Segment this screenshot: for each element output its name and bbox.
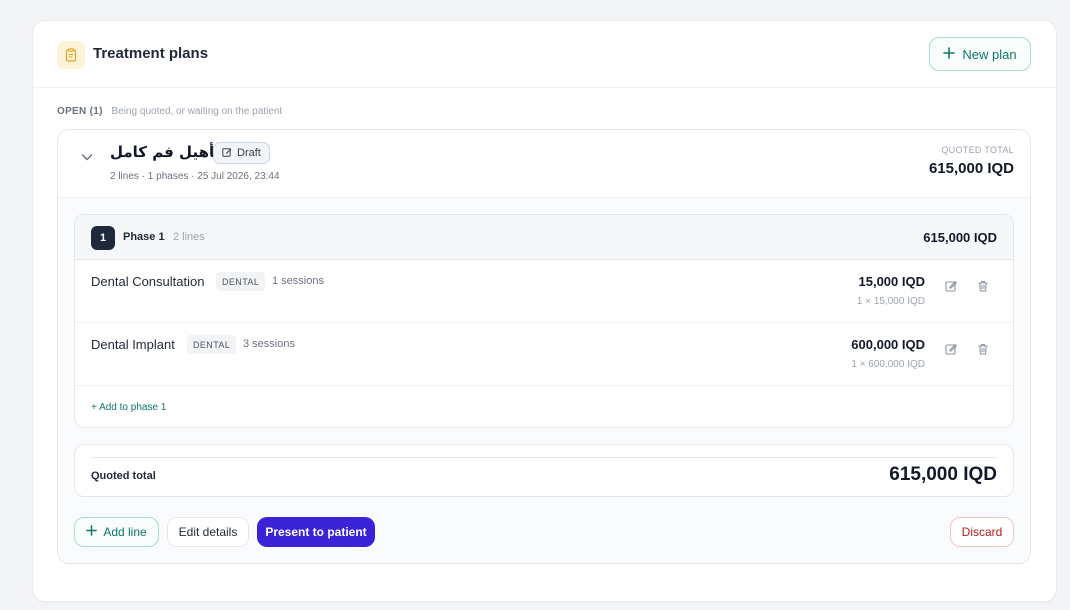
- plan-body: 1 Phase 1 2 lines 615,000 IQD Dental Con…: [58, 198, 1030, 563]
- line-price: 600,000 IQD: [851, 337, 925, 352]
- line-sessions: 3 sessions: [243, 338, 295, 350]
- line-calc: 1 × 15,000 IQD: [856, 296, 925, 307]
- status-badge-label: Draft: [237, 147, 261, 159]
- quoted-total-value: 615,000 IQD: [928, 160, 1014, 177]
- add-to-phase-link[interactable]: + Add to phase 1: [91, 402, 166, 413]
- chevron-down-icon[interactable]: [80, 150, 94, 164]
- total-label: Quoted total: [91, 470, 156, 482]
- line-name: Dental Implant: [91, 337, 175, 352]
- add-line-label: Add line: [103, 525, 147, 539]
- plan-meta: 2 lines · 1 phases · 25 Jul 2026, 23:44: [110, 171, 280, 182]
- treatment-plans-card: Treatment plans New plan OPEN (1) Being …: [33, 21, 1056, 601]
- present-to-patient-button[interactable]: Present to patient: [257, 517, 375, 547]
- edit-line-icon[interactable]: [943, 341, 959, 357]
- edit-line-icon[interactable]: [943, 278, 959, 294]
- plan-card: تأهيل فم كامل Draft 2 lines · 1 phases ·…: [57, 129, 1031, 564]
- total-value: 615,000 IQD: [889, 464, 997, 485]
- phase-name: Phase 1: [123, 231, 165, 243]
- clipboard-icon: [57, 41, 85, 69]
- plus-icon: [86, 525, 98, 539]
- trash-icon[interactable]: [975, 278, 991, 294]
- phase-card: 1 Phase 1 2 lines 615,000 IQD Dental Con…: [74, 214, 1014, 428]
- line-price: 15,000 IQD: [858, 274, 926, 289]
- new-plan-button[interactable]: New plan: [929, 37, 1031, 71]
- card-header: Treatment plans New plan: [33, 21, 1056, 88]
- phase-number: 1: [91, 226, 115, 250]
- line-calc: 1 × 600,000 IQD: [851, 359, 925, 370]
- status-badge: Draft: [213, 142, 270, 164]
- page-title: Treatment plans: [93, 45, 209, 62]
- plan-name: تأهيل فم كامل: [110, 143, 221, 161]
- section-title: OPEN (1): [57, 106, 103, 117]
- plan-header[interactable]: تأهيل فم كامل Draft 2 lines · 1 phases ·…: [58, 130, 1030, 198]
- edit-icon: [222, 147, 232, 160]
- plus-icon: [943, 46, 956, 62]
- trash-icon[interactable]: [975, 341, 991, 357]
- add-line-button[interactable]: Add line: [74, 517, 159, 547]
- discard-button[interactable]: Discard: [950, 517, 1014, 547]
- line-name: Dental Consultation: [91, 274, 205, 289]
- plan-line: Dental Consultation DENTAL 1 sessions 15…: [75, 260, 1013, 323]
- quoted-total-box: Quoted total 615,000 IQD: [74, 444, 1014, 497]
- divider: [91, 457, 997, 458]
- section-description: Being quoted, or waiting on the patient: [111, 106, 283, 117]
- category-badge: DENTAL: [216, 272, 266, 291]
- line-sessions: 1 sessions: [272, 275, 324, 287]
- quoted-total-label: QUOTED TOTAL: [941, 145, 1014, 155]
- edit-details-button[interactable]: Edit details: [167, 517, 249, 547]
- open-section-label: OPEN (1) Being quoted, or waiting on the…: [57, 106, 282, 117]
- new-plan-label: New plan: [962, 46, 1017, 62]
- phase-lines-count: 2 lines: [173, 231, 205, 243]
- phase-header: 1 Phase 1 2 lines 615,000 IQD: [75, 215, 1013, 260]
- category-badge: DENTAL: [187, 335, 237, 354]
- phase-total: 615,000 IQD: [923, 230, 997, 245]
- plan-line: Dental Implant DENTAL 3 sessions 600,000…: [75, 323, 1013, 386]
